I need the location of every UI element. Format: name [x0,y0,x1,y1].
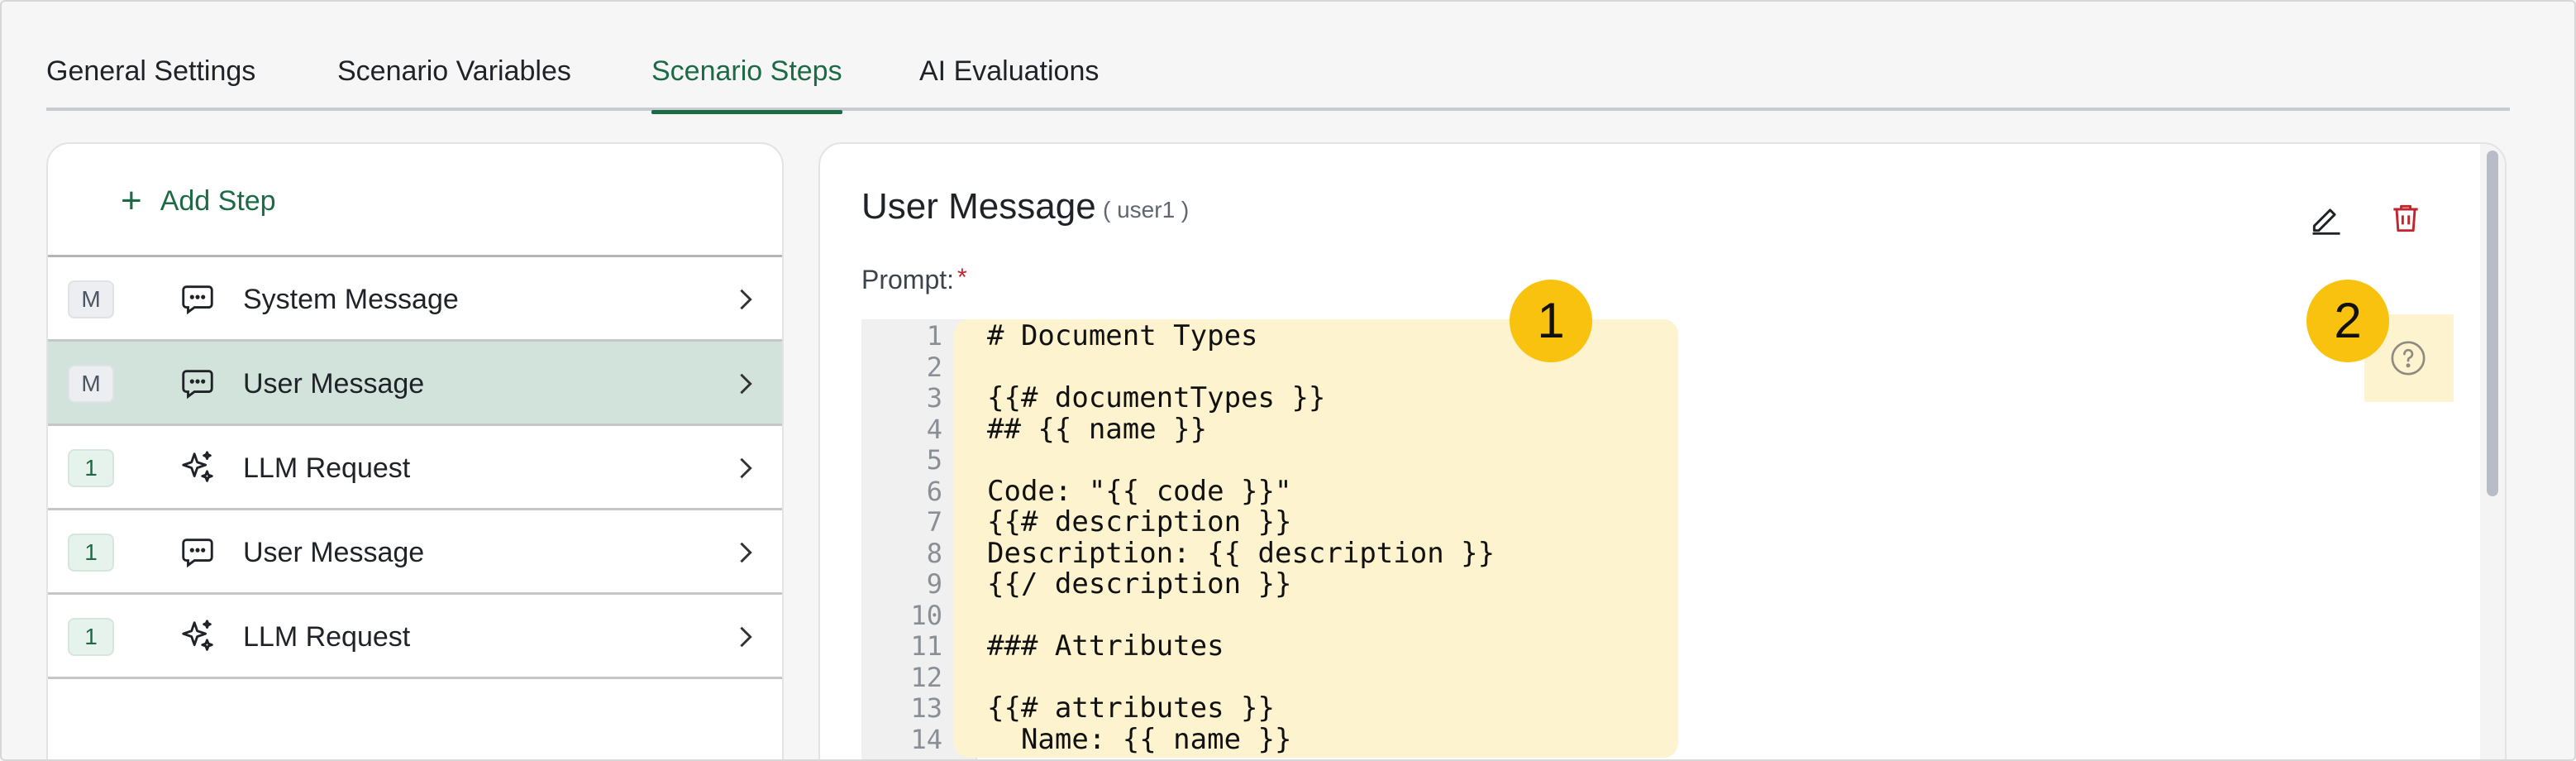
plus-icon: + [121,180,142,221]
scrollbar-thumb[interactable] [2487,151,2498,496]
step-badge: 1 [68,534,114,572]
step-label: System Message [243,284,459,315]
code-line: ## {{ name }} [987,412,1208,446]
line-number: 8 [926,537,942,569]
line-number: 11 [910,630,942,662]
code-line: {{# description }} [987,505,1292,538]
step-item-llm-request[interactable]: 1 LLM Request [48,595,782,679]
code-line: {{/ description }} [987,567,1292,601]
line-number: 13 [910,692,942,724]
chevron-right-icon [740,542,752,563]
step-badge: M [68,365,114,403]
sparkle-icon [182,620,213,651]
trash-icon[interactable] [2388,200,2424,237]
prompt-label: Prompt: * [861,263,967,298]
step-badge: 1 [68,618,114,656]
line-number: 6 [926,475,942,507]
line-number: 5 [926,444,942,476]
app-frame: General Settings Scenario Variables Scen… [0,0,2576,761]
add-step-button[interactable]: + Add Step [121,180,276,222]
code-line: ### Attributes [987,629,1224,663]
step-item-user-message-selected[interactable]: M User Message [48,342,782,426]
chat-bubble-icon [182,538,213,568]
line-number: 12 [910,661,942,693]
code-line: Name: {{ name }} [987,722,1292,756]
chat-bubble-icon [182,285,213,315]
chat-bubble-icon [182,370,213,400]
line-number: 10 [910,599,942,631]
steps-list: M System Message M User Message 1 LLM Re… [48,255,782,679]
add-step-label: Add Step [160,184,276,217]
tab-scenario-variables[interactable]: Scenario Variables [337,53,571,108]
step-identifier: ( user1 ) [1103,197,1190,223]
tab-bar: General Settings Scenario Variables Scen… [46,45,2510,114]
help-question-icon[interactable] [2389,339,2427,377]
required-mark: * [957,264,967,291]
line-number: 1 [926,320,942,352]
tab-scenario-steps[interactable]: Scenario Steps [651,53,842,114]
line-number: 9 [926,568,942,600]
line-number: 7 [926,506,942,538]
step-title: User Message [861,186,1096,227]
tab-general-settings[interactable]: General Settings [46,53,255,108]
code-line: # Document Types [987,319,1258,352]
code-line: {{# documentTypes }} [987,381,1326,414]
chevron-right-icon [740,373,752,395]
step-label: User Message [243,368,425,400]
code-line: {{# attributes }} [987,692,1275,725]
line-number: 14 [910,723,942,755]
step-badge: 1 [68,449,114,487]
step-badge: M [68,280,114,318]
chevron-right-icon [740,457,752,479]
code-line: Code: "{{ code }}" [987,474,1292,508]
line-number: 2 [926,351,942,383]
step-label: User Message [243,537,425,568]
tab-ai-evaluations[interactable]: AI Evaluations [919,53,1099,108]
step-item-system-message[interactable]: M System Message [48,257,782,342]
step-label: LLM Request [243,452,411,484]
chevron-right-icon [740,289,752,310]
chevron-right-icon [740,626,752,648]
step-detail-panel: User Message ( user1 ) Prompt: * 1 2 3 4 … [818,142,2507,759]
prompt-label-text: Prompt: [861,265,955,294]
sparkle-icon [182,451,213,482]
line-number: 3 [926,382,942,414]
step-item-user-message[interactable]: 1 User Message [48,510,782,595]
step-label: LLM Request [243,621,411,653]
line-number: 4 [926,413,942,445]
edit-icon[interactable] [2308,200,2345,237]
annotation-marker-2: 2 [2306,280,2389,362]
code-line: Description: {{ description }} [987,536,1496,570]
annotation-marker-1: 1 [1510,280,1592,362]
prompt-code-editor[interactable]: 1 2 3 4 5 6 7 8 9 10 11 12 13 14 # Docum… [861,319,2505,759]
steps-panel: + Add Step M System Message M User Messa… [46,142,784,759]
step-item-llm-request[interactable]: 1 LLM Request [48,426,782,510]
